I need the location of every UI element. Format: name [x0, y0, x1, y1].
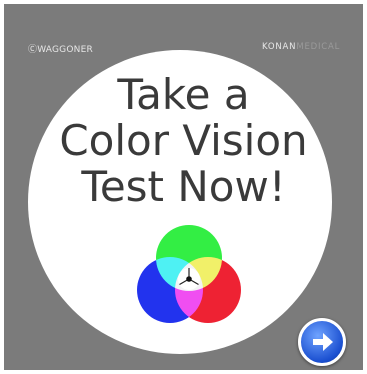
headline-line-1: Take a [117, 70, 250, 119]
headline-line-3: Test Now! [81, 162, 286, 211]
brand-logo: KONANMEDICAL [262, 42, 340, 52]
brand-secondary: MEDICAL [296, 42, 341, 52]
headline-line-2: Color Vision [59, 116, 308, 165]
next-button[interactable] [298, 318, 346, 366]
rgb-venn-icon [130, 218, 248, 336]
headline: Take a Color Vision Test Now! [0, 72, 367, 210]
right-arrow-icon [313, 333, 333, 351]
copyright-text: ⒸWAGGONER [28, 45, 93, 55]
brand-primary: KONAN [262, 42, 297, 52]
